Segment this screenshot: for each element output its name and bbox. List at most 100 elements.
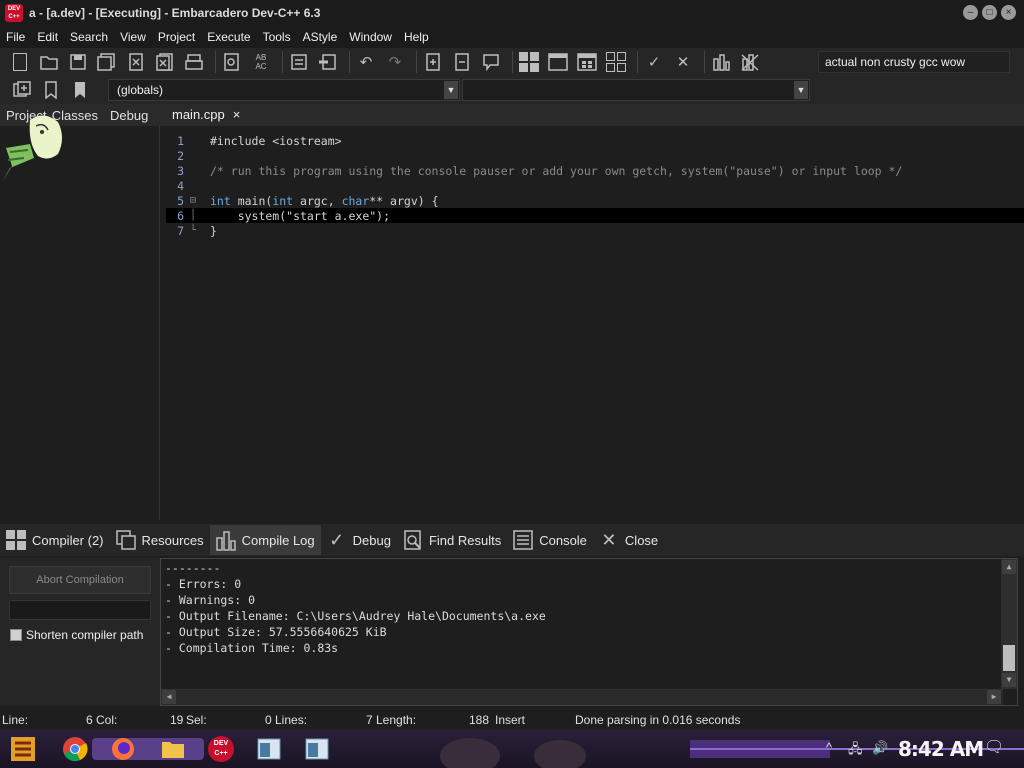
menu-window[interactable]: Window	[343, 30, 398, 44]
abort-icon[interactable]: ✕	[671, 50, 695, 74]
firefox-icon[interactable]	[108, 734, 138, 764]
scrollbar-thumb[interactable]	[1003, 645, 1015, 671]
status-lines-label: Lines:	[275, 713, 308, 727]
new-project-icon[interactable]	[421, 50, 445, 74]
tab-compile-log[interactable]: Compile Log	[209, 525, 321, 555]
close-all-icon[interactable]	[153, 50, 177, 74]
shorten-compiler-path-option[interactable]: Shorten compiler path	[10, 628, 143, 642]
unindent-icon[interactable]	[316, 50, 340, 74]
minimize-button[interactable]: –	[963, 5, 978, 20]
horizontal-scrollbar[interactable]: ◀ ▶	[161, 689, 1003, 705]
profile-icon[interactable]	[709, 50, 733, 74]
scroll-right-icon[interactable]: ▶	[987, 690, 1001, 704]
keyword-int: int	[272, 193, 294, 208]
tab-label: Resources	[141, 532, 204, 548]
find-icon[interactable]	[220, 50, 244, 74]
close-icon[interactable]: ×	[233, 107, 241, 126]
compile-log-output[interactable]: -------- - Errors: 0 - Warnings: 0 - Out…	[160, 558, 1018, 706]
fold-gutter: │	[190, 210, 197, 221]
menu-view[interactable]: View	[114, 30, 152, 44]
globals-select[interactable]: (globals) ▼	[108, 79, 460, 101]
tab-resources[interactable]: Resources	[110, 525, 210, 555]
tab-find-results[interactable]: Find Results	[397, 525, 507, 555]
line-number: 3	[177, 163, 184, 178]
scroll-down-icon[interactable]: ▼	[1002, 673, 1016, 687]
status-col-label: Col:	[96, 713, 118, 727]
fold-gutter: └	[190, 225, 197, 236]
abort-compilation-button[interactable]: Abort Compilation	[9, 566, 151, 594]
compile-run-icon[interactable]	[575, 50, 599, 74]
scroll-left-icon[interactable]: ◀	[162, 690, 176, 704]
bookmark-icon[interactable]	[39, 78, 63, 102]
compiler-set-select[interactable]: actual non crusty gcc wow	[818, 51, 1010, 73]
status-sel-value: 0	[265, 713, 272, 727]
start-button-icon[interactable]	[8, 734, 38, 764]
tab-compiler[interactable]: Compiler (2)	[0, 525, 110, 555]
members-select[interactable]: ▼	[462, 79, 810, 101]
taskbar-clock[interactable]: 8:42 AM	[898, 737, 984, 761]
app-window-icon[interactable]	[302, 734, 332, 764]
tab-label: Debug	[352, 532, 391, 548]
replace-icon[interactable]: AB AC	[249, 50, 273, 74]
new-file-icon[interactable]	[8, 50, 32, 74]
toolbar-separator	[215, 51, 216, 73]
menu-edit[interactable]: Edit	[31, 30, 64, 44]
remove-from-project-icon[interactable]	[450, 50, 474, 74]
toolbar-separator	[416, 51, 417, 73]
code-text: main(	[230, 193, 273, 208]
menu-execute[interactable]: Execute	[201, 30, 256, 44]
editor-tab-label: main.cpp	[172, 107, 225, 122]
notifications-icon[interactable]: 🗨	[984, 737, 1004, 757]
maximize-button[interactable]: □	[982, 5, 997, 20]
file-explorer-icon[interactable]	[158, 734, 188, 764]
rebuild-all-icon[interactable]	[604, 50, 628, 74]
tab-close[interactable]: ✕ Close	[593, 525, 664, 555]
undo-icon[interactable]: ↶	[354, 50, 378, 74]
code-line: 1 #include <iostream>	[166, 133, 1024, 148]
tab-main-cpp[interactable]: main.cpp ×	[166, 104, 248, 126]
toolbar-separator	[282, 51, 283, 73]
resources-icon	[114, 529, 138, 551]
chrome-icon[interactable]	[60, 734, 90, 764]
chevron-down-icon[interactable]: ▼	[444, 81, 458, 99]
menu-project[interactable]: Project	[152, 30, 201, 44]
indent-icon[interactable]	[287, 50, 311, 74]
devcpp-taskbar-icon[interactable]: DEV C++	[206, 734, 236, 764]
close-window-button[interactable]: ×	[1001, 5, 1016, 20]
goto-declaration-icon[interactable]	[10, 78, 34, 102]
line-number: 4	[177, 178, 184, 193]
toolbar-separator	[512, 51, 513, 73]
menu-astyle[interactable]: AStyle	[297, 30, 344, 44]
run-icon[interactable]	[546, 50, 570, 74]
save-icon[interactable]	[66, 50, 90, 74]
syntax-check-icon[interactable]: ✓	[642, 50, 666, 74]
redo-icon[interactable]: ↷	[383, 50, 407, 74]
app-window-icon[interactable]	[254, 734, 284, 764]
compile-icon[interactable]	[517, 50, 541, 74]
vertical-scrollbar[interactable]: ▲ ▼	[1001, 559, 1017, 689]
volume-icon[interactable]: 🔊	[872, 740, 888, 756]
tab-console[interactable]: Console	[507, 525, 593, 555]
scroll-up-icon[interactable]: ▲	[1002, 560, 1016, 574]
chevron-down-icon[interactable]: ▼	[794, 81, 808, 99]
code-editor[interactable]: 1 #include <iostream> 2 3 /* run this pr…	[166, 128, 1024, 520]
tab-debug-bottom[interactable]: ✓ Debug	[321, 525, 397, 555]
tray-chevron-up-icon[interactable]: ^	[826, 740, 832, 755]
menu-search[interactable]: Search	[64, 30, 114, 44]
comment-icon[interactable]	[479, 50, 503, 74]
open-folder-icon[interactable]	[37, 50, 61, 74]
fold-collapse-icon[interactable]: ⊟	[190, 195, 210, 206]
tab-debug[interactable]: Debug	[104, 108, 154, 123]
toolbar-separator	[704, 51, 705, 73]
print-icon[interactable]	[182, 50, 206, 74]
delete-profile-icon[interactable]	[738, 50, 762, 74]
shorten-path-checkbox[interactable]	[10, 629, 22, 641]
console-icon	[511, 529, 535, 551]
menu-tools[interactable]: Tools	[257, 30, 297, 44]
menu-file[interactable]: File	[0, 30, 31, 44]
menu-help[interactable]: Help	[398, 30, 435, 44]
network-icon[interactable]: 🖧	[848, 740, 863, 762]
bookmark-filled-icon[interactable]	[68, 78, 92, 102]
save-all-icon[interactable]	[95, 50, 119, 74]
close-file-icon[interactable]	[124, 50, 148, 74]
